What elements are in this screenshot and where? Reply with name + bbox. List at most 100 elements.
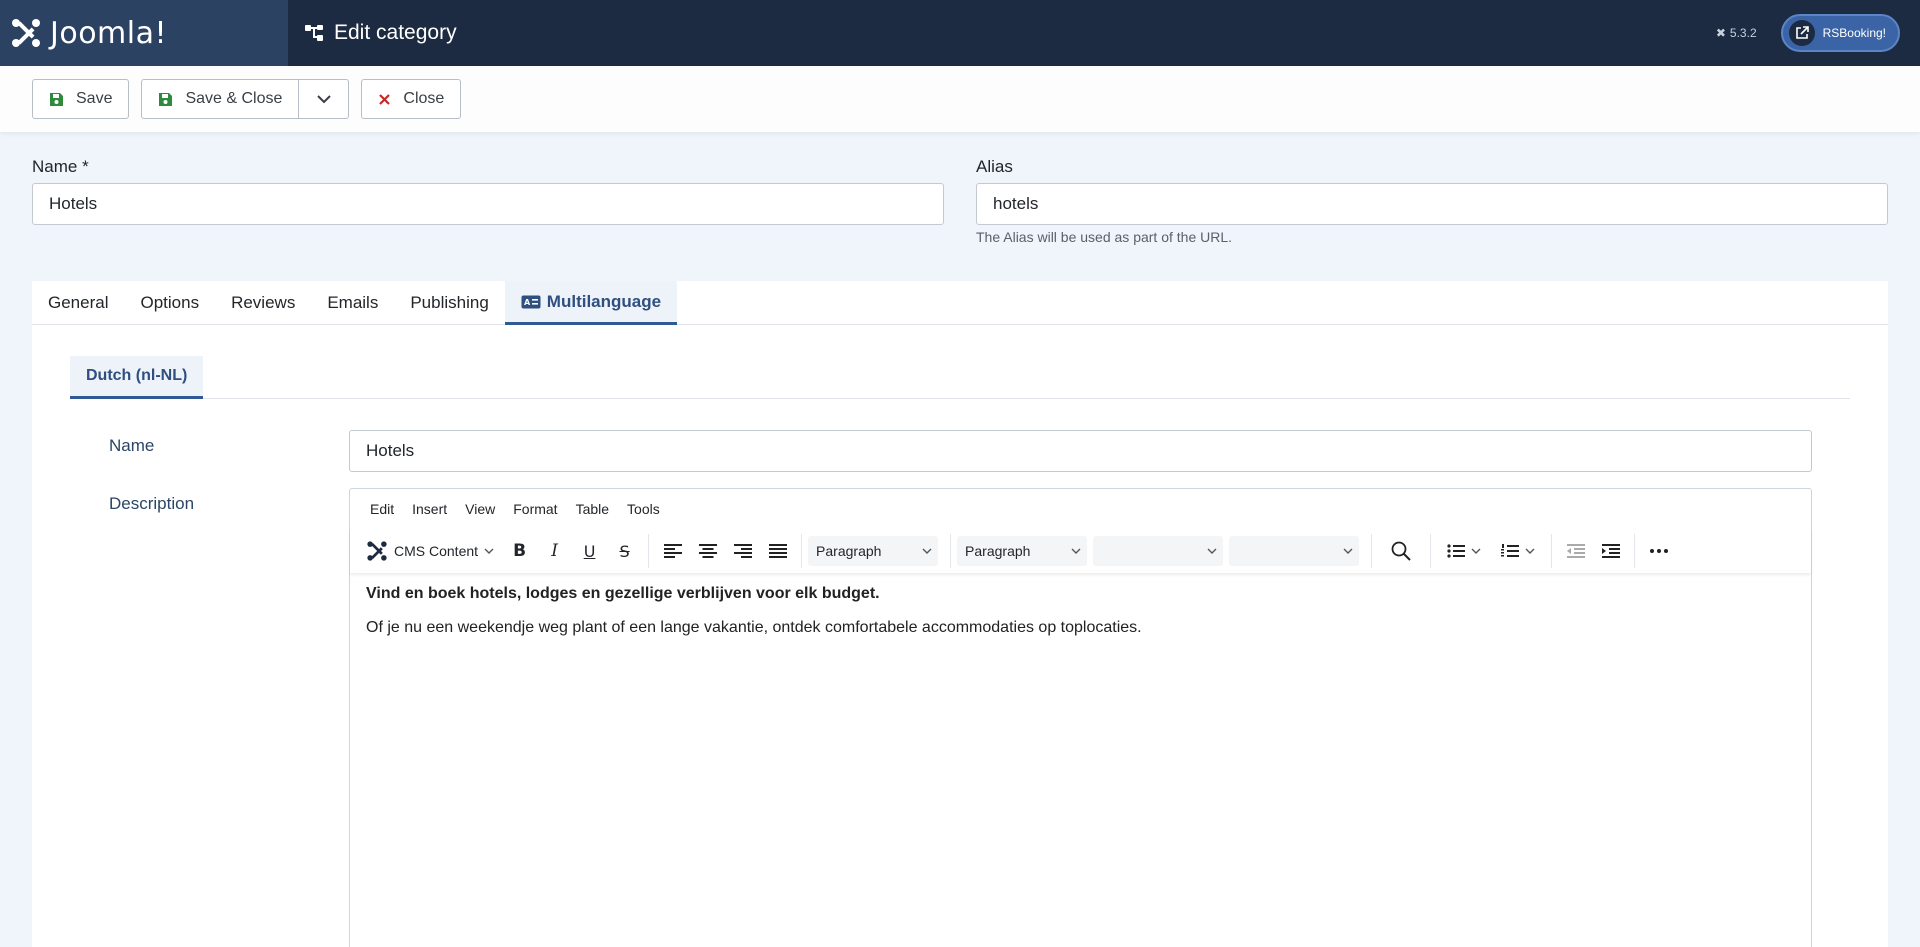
more-options-button[interactable] [1641,534,1676,568]
cms-content-dropdown[interactable]: CMS Content [366,540,502,562]
editor-menubar: Edit Insert View Format Table Tools [350,489,1811,529]
header-bar: Joomla! Edit category ✖ 5.3.2 RSBooking! [0,0,1920,66]
styles-value: Paragraph [965,543,1031,559]
underline-icon: U [583,541,596,561]
toolbar-divider [950,534,952,568]
bullet-list-button[interactable] [1437,534,1491,568]
numbered-list-button[interactable] [1491,534,1545,568]
block-format-select[interactable]: Paragraph [808,536,939,566]
align-center-button[interactable] [690,534,725,568]
align-right-button[interactable] [725,534,760,568]
name-label: Name * [32,157,89,176]
save-label: Save [76,90,113,107]
page-title: Edit category [334,21,457,44]
styles-select[interactable]: Paragraph [957,536,1088,566]
block-format-value: Paragraph [816,543,882,559]
toolbar-divider [1430,534,1432,568]
underline-button[interactable]: U [572,534,607,568]
ml-name-input[interactable]: Hotels [349,430,1812,472]
tab-options[interactable]: Options [124,281,215,325]
font-family-select[interactable] [1093,536,1224,566]
language-card-icon: A [521,295,541,308]
align-justify-icon [768,544,787,558]
site-link-label: RSBooking! [1822,26,1886,40]
tab-reviews[interactable]: Reviews [215,281,311,325]
tab-general[interactable]: General [32,281,124,325]
tab-dutch[interactable]: Dutch (nl-NL) [70,356,204,399]
align-center-icon [698,544,717,558]
category-tree-icon [305,25,323,41]
toolbar-divider [1551,534,1553,568]
font-size-select[interactable] [1229,536,1360,566]
align-right-icon [733,544,752,558]
tabs-panel: General Options Reviews Emails Publishin… [32,281,1888,947]
tab-bar: General Options Reviews Emails Publishin… [32,281,1888,325]
bullet-list-icon [1447,544,1481,558]
save-options-dropdown[interactable] [299,79,350,119]
menu-tools[interactable]: Tools [627,501,660,517]
ml-description-label: Description [109,494,195,513]
strikethrough-button[interactable]: S [607,534,642,568]
cms-content-label: CMS Content [394,543,479,559]
external-link-icon [1788,20,1815,46]
svg-text:A: A [524,298,531,307]
save-button[interactable]: Save [32,79,130,119]
version-number: 5.3.2 [1729,26,1757,40]
chevron-down-icon [1071,548,1081,554]
site-link-button[interactable]: RSBooking! [1780,14,1900,52]
menu-insert[interactable]: Insert [412,501,447,517]
toolbar-divider [801,534,803,568]
rich-text-editor: Edit Insert View Format Table Tools CMS … [349,488,1812,947]
chevron-down-icon [922,548,932,554]
joomla-small-icon: ✖ [1715,26,1726,40]
toolbar-divider [648,534,650,568]
name-input[interactable]: Hotels [32,183,944,225]
alias-input[interactable]: hotels [976,183,1888,225]
indent-icon [1601,544,1620,558]
joomla-icon [367,541,387,561]
chevron-down-icon [317,95,331,104]
toolbar-divider [1371,534,1373,568]
close-label: Close [403,90,445,107]
joomla-logo[interactable]: Joomla! [0,0,288,66]
bold-button[interactable]: B [502,534,537,568]
action-toolbar: Save Save & Close Close [0,66,1920,132]
save-close-label: Save & Close [185,90,283,107]
bold-icon: B [513,541,527,561]
menu-format[interactable]: Format [513,501,557,517]
chevron-down-icon [484,548,494,554]
logo-text: Joomla! [50,15,168,51]
tab-multilanguage[interactable]: A Multilanguage [504,281,678,325]
editor-content-area[interactable]: Vind en boek hotels, lodges en gezellige… [350,573,1811,665]
menu-table[interactable]: Table [576,501,609,517]
menu-view[interactable]: View [465,501,495,517]
align-left-icon [663,544,682,558]
ml-name-label: Name [109,436,155,455]
tab-emails[interactable]: Emails [311,281,394,325]
version-info: ✖ 5.3.2 [1716,26,1757,40]
more-horizontal-icon [1649,549,1668,553]
tab-publishing[interactable]: Publishing [394,281,504,325]
editor-toolbar: CMS Content B I U S Paragraph Paragraph [350,529,1811,573]
align-justify-button[interactable] [760,534,795,568]
align-left-button[interactable] [655,534,690,568]
italic-icon: I [551,541,558,561]
outdent-button[interactable] [1558,534,1593,568]
close-icon [379,93,391,105]
find-replace-button[interactable] [1378,534,1424,568]
floppy-icon [159,92,173,106]
numbered-list-icon [1501,544,1535,557]
indent-button[interactable] [1593,534,1628,568]
alias-hint: The Alias will be used as part of the UR… [976,229,1233,245]
floppy-icon [50,92,63,106]
close-button[interactable]: Close [361,79,462,119]
outdent-icon [1566,544,1585,558]
chevron-down-icon [1343,548,1353,554]
italic-button[interactable]: I [537,534,572,568]
menu-edit[interactable]: Edit [370,501,394,517]
joomla-logo-icon [12,19,40,47]
tab-multilanguage-label: Multilanguage [546,291,662,311]
chevron-down-icon [1207,548,1217,554]
content-heading-line: Vind en boek hotels, lodges en gezellige… [366,585,880,602]
save-close-button[interactable]: Save & Close [141,79,300,119]
